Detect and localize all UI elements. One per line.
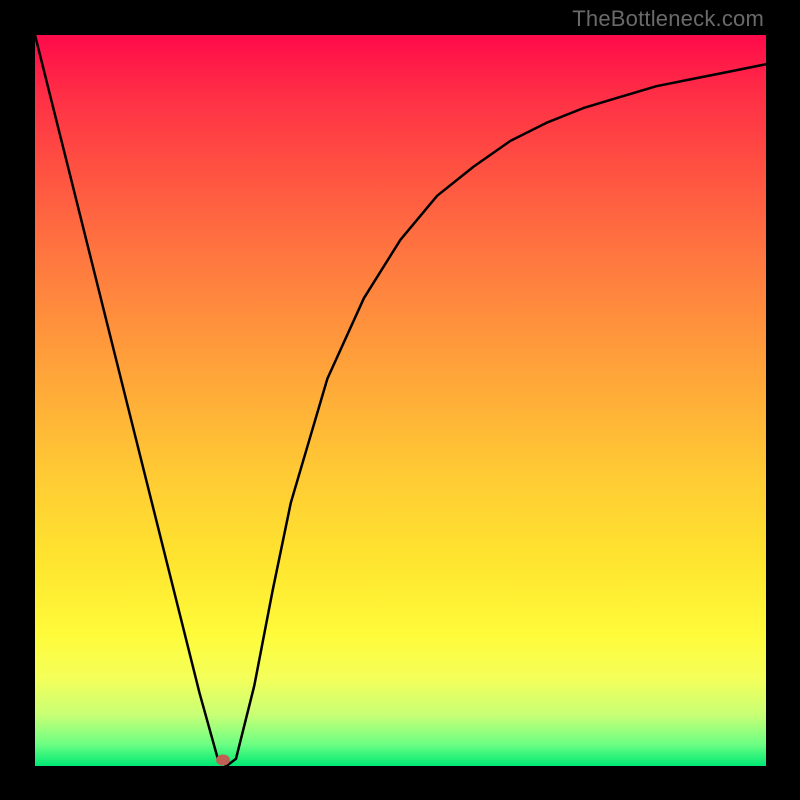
bottleneck-curve [35, 35, 766, 766]
plot-area [35, 35, 766, 766]
watermark-text: TheBottleneck.com [572, 6, 764, 32]
optimal-point-marker [216, 755, 230, 766]
chart-frame: TheBottleneck.com [0, 0, 800, 800]
